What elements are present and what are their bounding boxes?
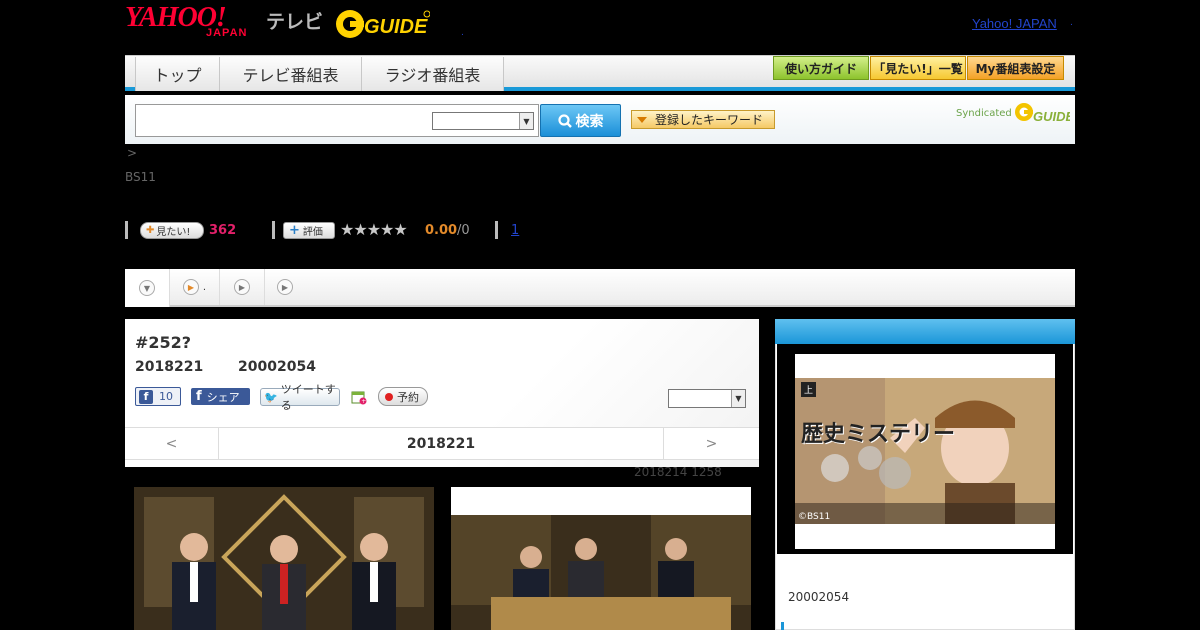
divider: [781, 622, 784, 630]
program-time: 20002054: [238, 359, 316, 375]
tab-tv-guide[interactable]: テレビ番組表: [220, 57, 362, 91]
subtab-1[interactable]: ▼: [125, 269, 170, 307]
reserve-button-label: 予約: [397, 390, 419, 404]
dropdown-arrow-icon: [637, 116, 647, 123]
divider: [125, 221, 128, 239]
facebook-share-label: シェア: [206, 390, 240, 404]
tab-top[interactable]: トップ: [135, 57, 220, 91]
plus-icon: ✚: [146, 225, 155, 236]
how-to-guide-button[interactable]: 使い方ガイド: [773, 56, 869, 80]
reviews-link[interactable]: 1: [511, 223, 519, 238]
rating-value: 0.00: [425, 223, 458, 238]
tab-top-label: トップ: [153, 66, 202, 85]
channel-name: BS11: [125, 170, 156, 184]
play-icon: ▶: [277, 279, 293, 295]
facebook-icon: f: [196, 389, 202, 404]
facebook-like-count[interactable]: f 10: [135, 387, 181, 406]
play-icon: ▶: [234, 279, 250, 295]
search-button[interactable]: 検索: [540, 104, 621, 137]
rate-button-label: 評価: [302, 227, 323, 238]
rating-count: /0: [457, 223, 470, 238]
date-nav-prev[interactable]: <: [125, 428, 219, 459]
chevron-down-icon: ▼: [139, 280, 155, 296]
program-photo-2[interactable]: [451, 487, 751, 630]
search-icon: [557, 113, 572, 128]
search-button-label: 検索: [575, 113, 604, 130]
header-link-dot: .: [1070, 18, 1073, 28]
header-dot: .: [461, 28, 464, 38]
program-stats-row: ✚ 見たい! 362 + 評価 ★★★★★ 0.00 /0 1: [125, 219, 725, 241]
syndicated-gguide-badge: Syndicated GUIDE: [956, 102, 1070, 124]
main-nav-bar: トップ テレビ番組表 ラジオ番組表 使い方ガイド 「見たい!」一覧 My番組表設…: [125, 55, 1075, 91]
tweet-button-label: ツイートする: [280, 383, 336, 412]
saved-keywords-button[interactable]: 登録したキーワード: [631, 110, 775, 129]
plus-icon: +: [289, 223, 300, 238]
facebook-icon: f: [139, 389, 153, 404]
gguide-small-logo-icon: GUIDE: [1014, 103, 1070, 124]
want-button[interactable]: ✚ 見たい!: [140, 222, 204, 239]
reserve-button[interactable]: 予約: [378, 387, 428, 406]
add-calendar-icon[interactable]: +: [351, 389, 367, 405]
want-button-label: 見たい!: [156, 227, 191, 238]
my-guide-settings-button[interactable]: My番組表設定: [967, 56, 1064, 80]
breadcrumb[interactable]: >: [127, 146, 137, 160]
subtab-3[interactable]: ▶: [220, 269, 265, 305]
syndicated-label: Syndicated: [956, 107, 1012, 119]
program-photo-1[interactable]: [134, 487, 434, 630]
date-nav-next[interactable]: >: [663, 428, 759, 459]
sidebar-header: [775, 319, 1075, 344]
rate-button[interactable]: + 評価: [283, 222, 335, 239]
yahoo-japan-link[interactable]: Yahoo! JAPAN: [972, 16, 1057, 31]
poster-title: 歴史ミステリー: [801, 422, 956, 447]
tab-tv-guide-label: テレビ番組表: [242, 66, 339, 85]
svg-text:+: +: [361, 398, 366, 405]
program-title: #252?: [135, 333, 192, 352]
subtab-2[interactable]: ▶ .: [170, 269, 220, 305]
subtab-4[interactable]: ▶: [265, 269, 305, 305]
date-nav-current-label: 2018221: [406, 435, 476, 452]
subtab-2-label: .: [202, 281, 207, 293]
divider: [272, 221, 275, 239]
tweet-button[interactable]: 🐦 ツイートする: [260, 383, 340, 412]
poster-image: 上 歴史ミステリー ©BS11: [795, 378, 1055, 524]
facebook-share-button[interactable]: f シェア: [191, 388, 250, 405]
rating-stars-icon: ★★★★★: [340, 220, 408, 239]
poster-card[interactable]: 上 歴史ミステリー ©BS11: [795, 354, 1055, 549]
facebook-count-value: 10: [159, 390, 173, 403]
studio-photo-icon: [451, 515, 751, 630]
tab-radio-guide-label: ラジオ番組表: [384, 66, 481, 85]
chevron-down-icon: ▼: [731, 390, 745, 407]
date-nav-prev-label: <: [165, 435, 178, 452]
tv-logo-text[interactable]: テレビ: [266, 7, 323, 34]
sidebar-program-time: 20002054: [788, 590, 850, 604]
yahoo-japan-logo-sub: JAPAN: [206, 27, 248, 39]
svg-text:GUIDE: GUIDE: [364, 16, 428, 38]
studio-photo-icon: [134, 487, 434, 630]
poster-illustration-icon: [795, 378, 1055, 524]
date-nav: < 2018221 >: [125, 427, 759, 460]
date-nav-current: 2018221: [219, 428, 663, 459]
program-subtabs: ▼ ▶ . ▶ ▶: [125, 269, 1075, 307]
poster-subtitle: 上: [801, 382, 817, 397]
divider: [495, 221, 498, 239]
gguide-logo-icon: GUIDE: [336, 10, 431, 38]
twitter-bird-icon: 🐦: [264, 390, 278, 404]
want-count: 362: [209, 223, 237, 238]
tab-radio-guide[interactable]: ラジオ番組表: [362, 57, 504, 91]
gguide-logo[interactable]: GUIDE: [334, 8, 431, 40]
search-category-select[interactable]: ▼: [432, 112, 534, 130]
saved-keywords-label: 登録したキーワード: [655, 113, 764, 127]
want-list-button[interactable]: 「見たい!」一覧: [870, 56, 966, 80]
updated-timestamp: 2018214 1258: [634, 465, 722, 479]
chevron-down-icon: ▼: [519, 113, 533, 129]
program-date: 2018221: [135, 359, 204, 375]
share-select[interactable]: ▼: [668, 389, 746, 408]
play-icon: ▶: [182, 279, 199, 295]
date-nav-next-label: >: [705, 435, 718, 452]
poster-credit: ©BS11: [798, 512, 831, 522]
svg-text:GUIDE: GUIDE: [1033, 109, 1070, 124]
record-icon: [385, 392, 393, 401]
